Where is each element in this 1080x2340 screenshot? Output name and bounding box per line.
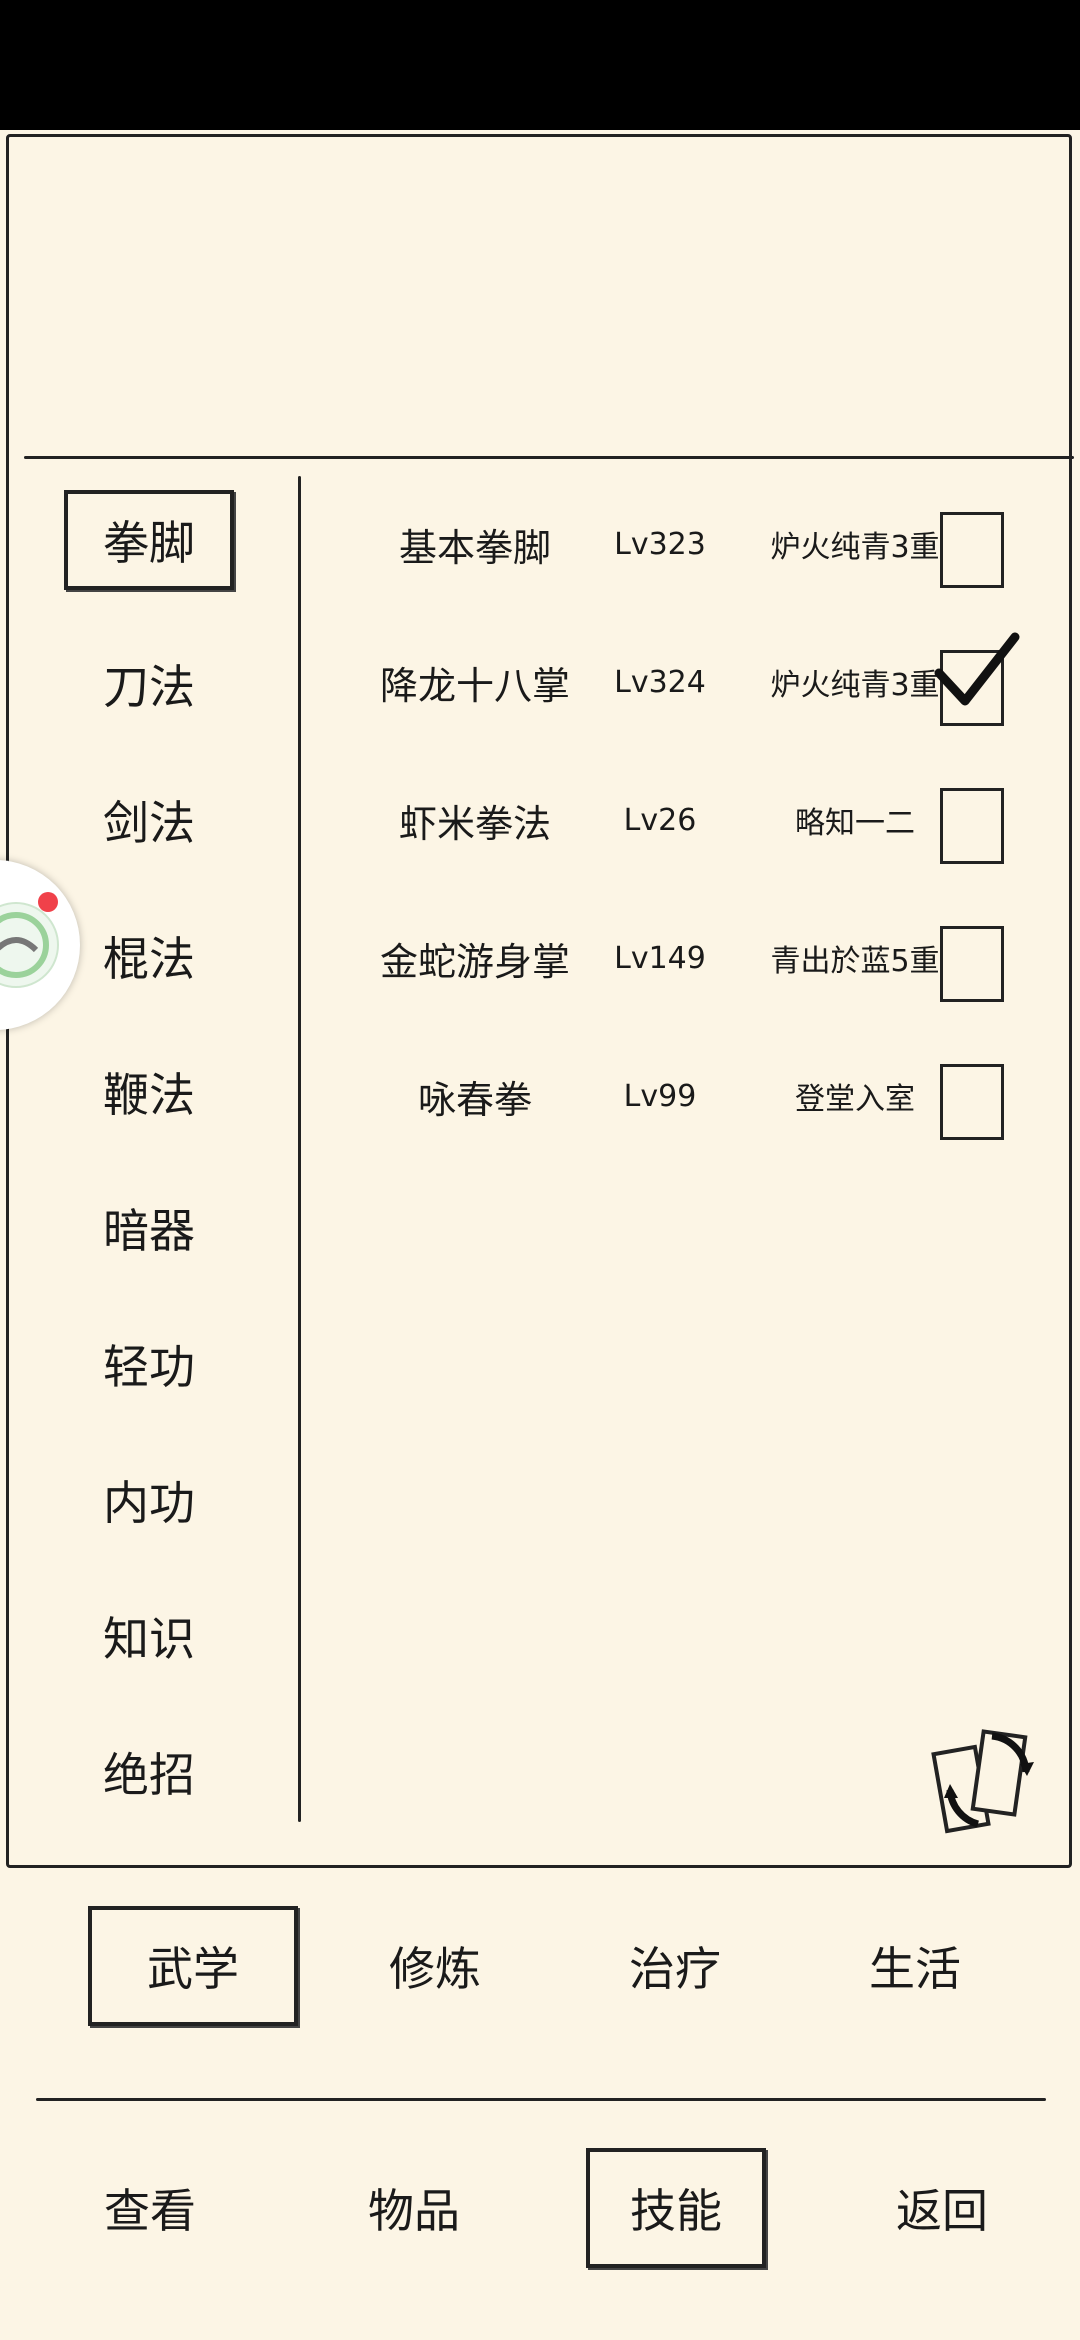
skill-row[interactable]: 虾米拳法 Lv26 略知一二 [330,770,1030,870]
skill-name: 基本拳脚 [398,525,551,570]
skill-name: 咏春拳 [417,1077,532,1122]
category-jianfa[interactable]: 剑法 [64,770,234,870]
category-qinggong[interactable]: 轻功 [64,1314,234,1414]
skill-checkbox[interactable] [940,788,1004,864]
skill-level: Lv99 [623,1078,697,1114]
app-assistant-icon [0,892,59,988]
category-anqi[interactable]: 暗器 [64,1178,234,1278]
divider-bottom [36,2098,1046,2101]
category-daofa[interactable]: 刀法 [64,634,234,734]
nav-wupin[interactable]: 物品 [324,2148,504,2268]
skill-checkbox[interactable] [940,512,1004,588]
skill-name: 虾米拳法 [398,801,551,846]
skill-name: 金蛇游身掌 [379,939,570,984]
category-juezhao[interactable]: 绝招 [64,1722,234,1822]
skill-name: 降龙十八掌 [379,663,570,708]
nav-chakan[interactable]: 查看 [60,2148,240,2268]
nav-fanhui[interactable]: 返回 [852,2148,1032,2268]
divider-vertical [298,476,301,1822]
skill-checkbox[interactable] [940,926,1004,1002]
category-gunfa[interactable]: 棍法 [64,906,234,1006]
skill-checkbox[interactable] [934,632,1020,726]
category-bianfa[interactable]: 鞭法 [64,1042,234,1142]
skill-level: Lv323 [614,526,706,562]
tab-xiulian[interactable]: 修炼 [330,1906,540,2026]
divider-top [24,456,1074,459]
tab-shenghuo[interactable]: 生活 [810,1906,1020,2026]
skill-row[interactable]: 金蛇游身掌 Lv149 青出於蓝5重 [330,908,1030,1008]
skill-row[interactable]: 咏春拳 Lv99 登堂入室 [330,1046,1030,1146]
skill-checkbox[interactable] [940,1064,1004,1140]
tab-zhiliao[interactable]: 治疗 [570,1906,780,2026]
tab-wuxue[interactable]: 武学 [88,1906,298,2026]
category-quanjiao[interactable]: 拳脚 [64,490,234,590]
refresh-cards-icon[interactable] [930,1720,1040,1840]
skill-level: Lv324 [614,664,706,700]
skill-row[interactable]: 基本拳脚 Lv323 炉火纯青3重 [330,494,1030,594]
category-zhishi[interactable]: 知识 [64,1586,234,1686]
checkmark-icon [934,632,1020,706]
skill-level: Lv149 [614,940,706,976]
floating-assistant[interactable] [0,860,80,1030]
skill-level: Lv26 [623,802,697,838]
category-neigong[interactable]: 内功 [64,1450,234,1550]
nav-jineng[interactable]: 技能 [586,2148,766,2268]
status-bar [0,0,1080,130]
skill-row[interactable]: 降龙十八掌 Lv324 炉火纯青3重 [330,632,1030,732]
